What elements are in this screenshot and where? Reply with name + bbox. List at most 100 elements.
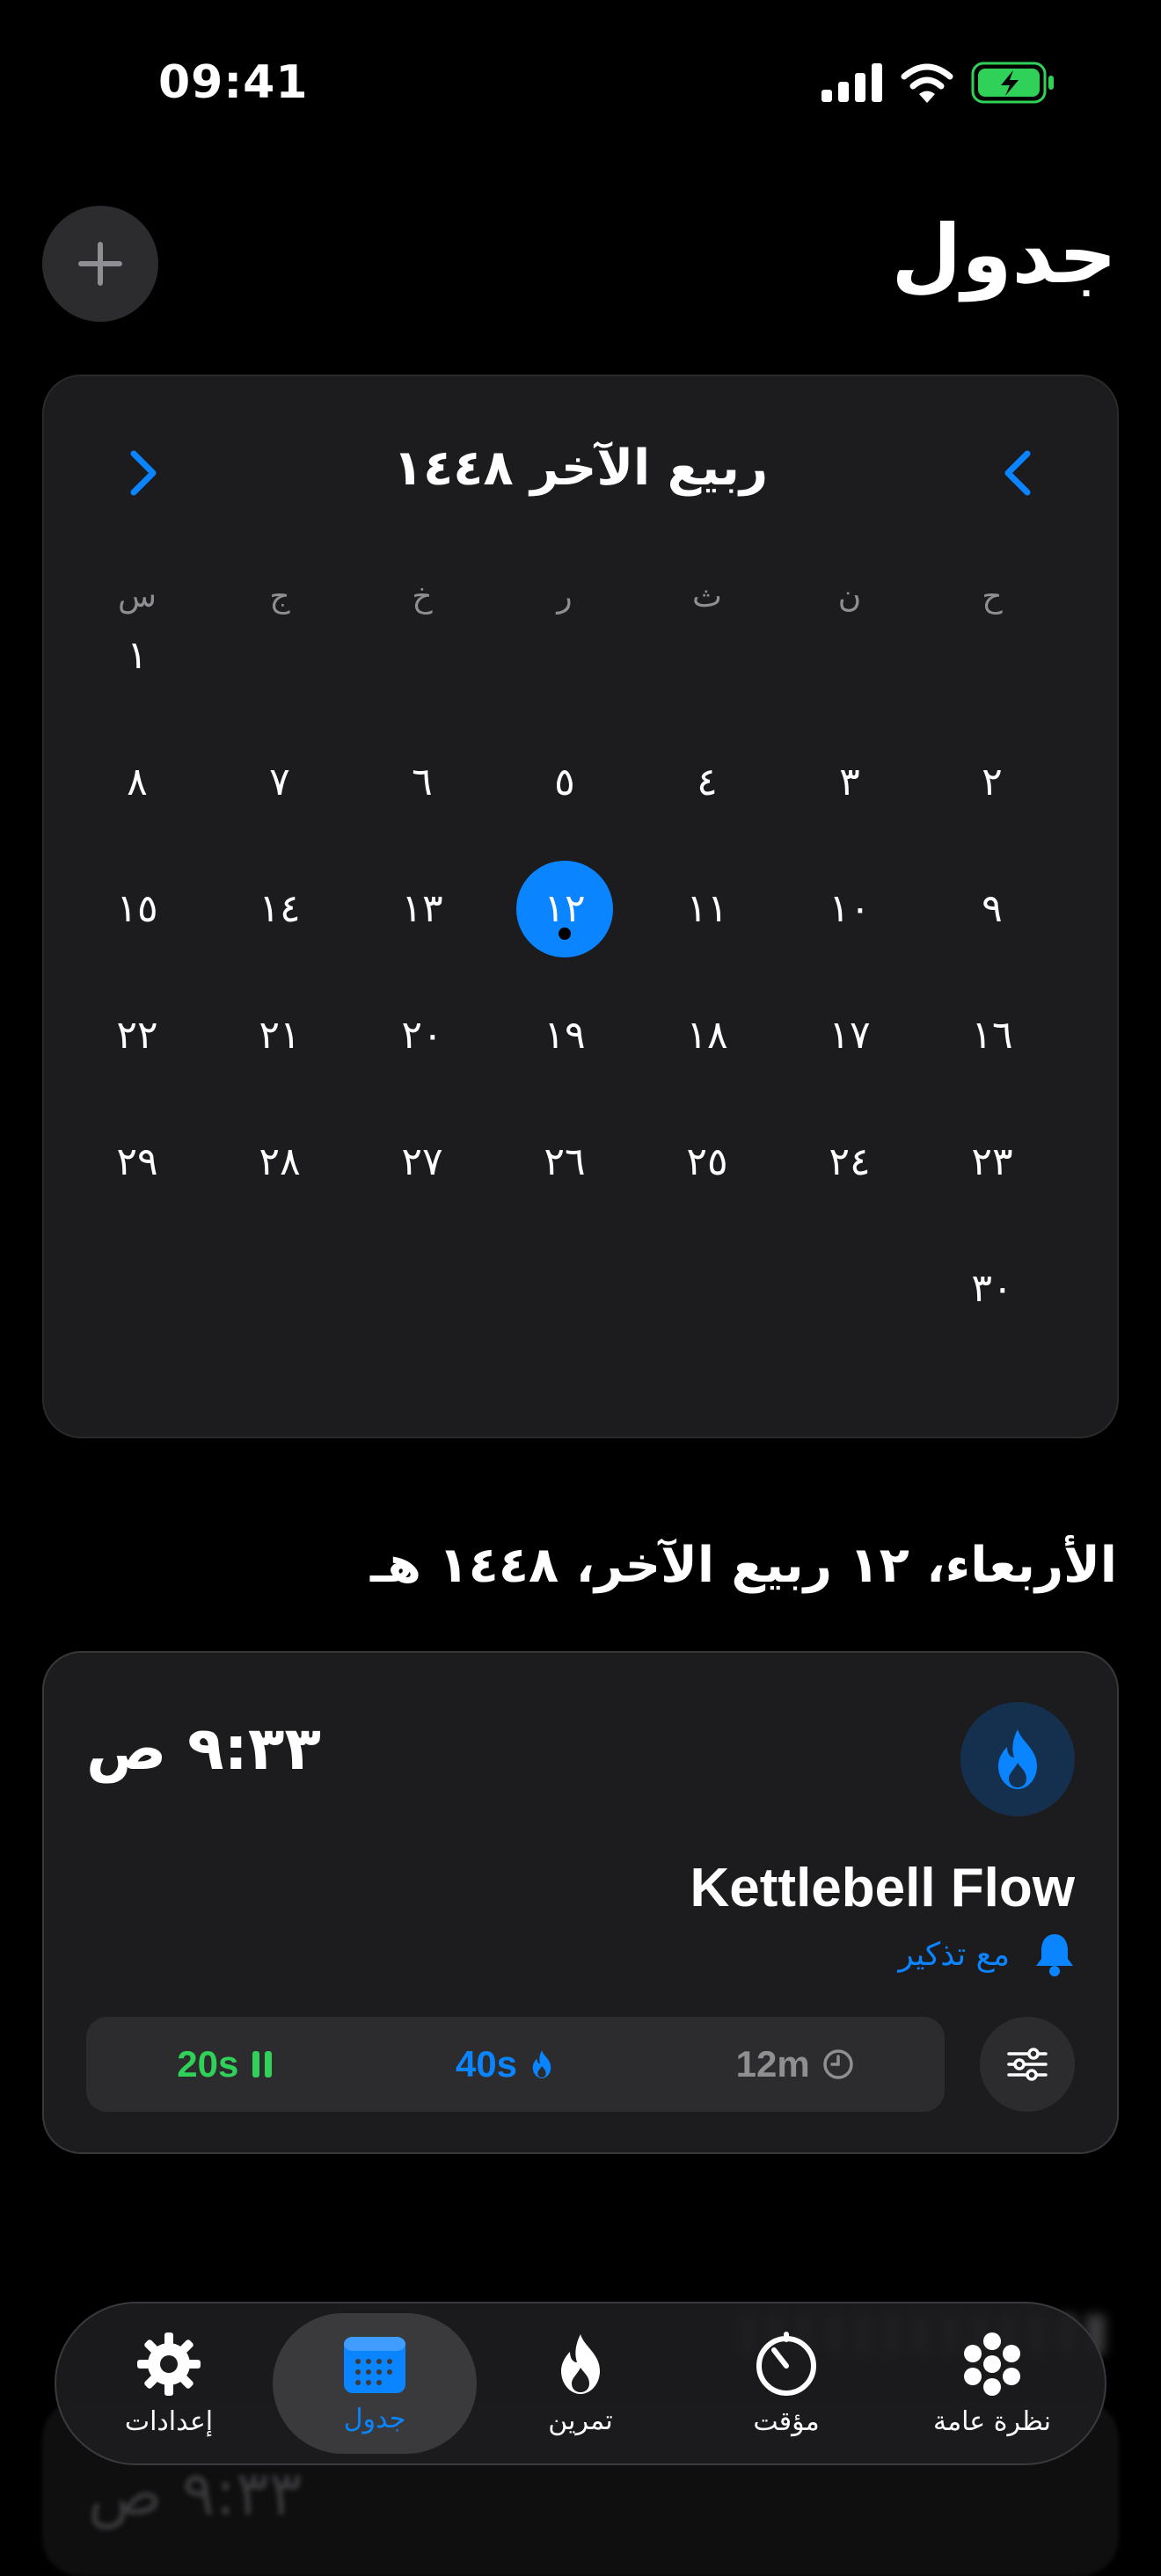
- calendar-day-number: ٢٢: [116, 1013, 158, 1058]
- calendar-day[interactable]: ١٦: [944, 987, 1041, 1084]
- weekday-label: ج: [269, 579, 290, 615]
- flame-icon: [998, 1729, 1037, 1789]
- calendar-day[interactable]: ١٧: [801, 987, 898, 1084]
- tab-schedule-label: جدول: [343, 2403, 406, 2434]
- workout-time: ٩:٣٣ ص: [86, 1714, 321, 1784]
- calendar-day-number: ٩: [982, 886, 1003, 931]
- workout-card[interactable]: ٩:٣٣ ص Kettlebell Flow مع تذكير 20s 40s: [42, 1651, 1119, 2154]
- calendar-day-number: ٣: [839, 760, 860, 804]
- tab-schedule[interactable]: جدول: [273, 2313, 477, 2454]
- calendar-day[interactable]: ١٨: [659, 987, 756, 1084]
- calendar-day-number: ٨: [127, 760, 148, 804]
- weekday-label: ح: [982, 579, 1003, 615]
- weekday-label: خ: [412, 579, 433, 615]
- calendar-day[interactable]: ٨: [89, 734, 186, 831]
- calendar-day[interactable]: ٢٣: [944, 1114, 1041, 1211]
- flame-icon: [561, 2333, 600, 2394]
- status-icons: [821, 62, 1055, 104]
- peek-time: ٩:٣٣ ص: [88, 2457, 303, 2529]
- calendar-day-number: ٢٤: [829, 1139, 871, 1184]
- tab-timer[interactable]: مؤقت: [684, 2313, 888, 2454]
- calendar-day[interactable]: ٢٨: [231, 1114, 328, 1211]
- calendar-day-number: ١٩: [544, 1013, 586, 1058]
- calendar-day[interactable]: ٢٧: [374, 1114, 471, 1211]
- calendar-day-number: ٦: [412, 760, 433, 804]
- calendar-day[interactable]: ١١: [659, 861, 756, 957]
- calendar-day-number: ٧: [269, 760, 290, 804]
- calendar-day[interactable]: ١٠: [801, 861, 898, 957]
- duration-stat: 12m: [736, 2043, 854, 2085]
- calendar-day-number: ١٠: [829, 886, 871, 931]
- event-dot: [559, 928, 571, 940]
- status-time: 09:41: [158, 56, 309, 109]
- tab-workout[interactable]: تمرين: [478, 2313, 683, 2454]
- calendar-day[interactable]: ١: [89, 608, 186, 704]
- battery-charging-icon: [971, 62, 1054, 104]
- calendar-day[interactable]: ١٩: [516, 987, 613, 1084]
- adjust-button[interactable]: [980, 2017, 1075, 2112]
- flame-small-icon: [532, 2050, 551, 2078]
- calendar-day[interactable]: ٩: [944, 861, 1041, 957]
- calendar-day-number: ١: [127, 633, 148, 678]
- overview-icon: [964, 2332, 1020, 2396]
- selected-date-heading: الأربعاء، ١٢ ربيع الآخر، ١٤٤٨ هـ: [370, 1537, 1117, 1594]
- rest-stat: 20s: [177, 2043, 274, 2085]
- calendar-day[interactable]: ٢٩: [89, 1114, 186, 1211]
- tab-settings[interactable]: إعدادات: [67, 2313, 271, 2454]
- tab-overview[interactable]: نظرة عامة: [890, 2313, 1094, 2454]
- plus-icon: [78, 242, 122, 286]
- calendar-day[interactable]: ٧: [231, 734, 328, 831]
- bell-icon: [1036, 1934, 1073, 1976]
- calendar-day-number: ٢٧: [401, 1139, 443, 1184]
- calendar-day-today[interactable]: ١٢: [516, 861, 613, 957]
- workout-stats: 20s 40s 12m: [86, 2017, 945, 2112]
- timer-icon: [756, 2331, 816, 2396]
- gear-icon: [137, 2332, 201, 2396]
- calendar-day-number: ١١: [686, 886, 728, 931]
- clock-icon: [822, 2049, 853, 2079]
- calendar-day[interactable]: ٢١: [231, 987, 328, 1084]
- calendar-day-number: ٢٣: [971, 1139, 1013, 1184]
- pause-icon: [252, 2051, 273, 2078]
- work-value: 40s: [455, 2043, 518, 2085]
- calendar-day-number: ٢٩: [116, 1139, 158, 1184]
- calendar-day[interactable]: ٢: [944, 734, 1041, 831]
- duration-value: 12m: [735, 2043, 810, 2085]
- calendar-day-number: ١٨: [686, 1013, 728, 1058]
- tab-workout-label: تمرين: [548, 2405, 613, 2436]
- calendar-day[interactable]: ٢٢: [89, 987, 186, 1084]
- calendar-day[interactable]: ٢٦: [516, 1114, 613, 1211]
- calendar-day[interactable]: ٣٠: [944, 1241, 1041, 1337]
- calendar-day[interactable]: ٤: [659, 734, 756, 831]
- calendar-day[interactable]: ٥: [516, 734, 613, 831]
- calendar-day[interactable]: ٢٤: [801, 1114, 898, 1211]
- calendar-card: ربيع الآخر ١٤٤٨ حنثرخجس ١ ٢ ٣ ٤ ٥ ٦ ٧ ٨ ٩ ١٠ ١١ ١٢ ١…: [42, 375, 1119, 1438]
- calendar-day-number: ٢٦: [544, 1139, 586, 1184]
- weekday-label: ث: [692, 579, 722, 615]
- calendar-day-number: ٢٨: [259, 1139, 301, 1184]
- work-stat: 40s: [456, 2043, 554, 2085]
- calendar-day[interactable]: ١٤: [231, 861, 328, 957]
- add-button[interactable]: [42, 206, 158, 322]
- calendar-day[interactable]: ٣: [801, 734, 898, 831]
- calendar-day[interactable]: ١٣: [374, 861, 471, 957]
- calendar-day[interactable]: ٢٥: [659, 1114, 756, 1211]
- wifi-icon: [901, 63, 953, 103]
- calendar-icon: [344, 2336, 405, 2393]
- calendar-day[interactable]: ١٥: [89, 861, 186, 957]
- chevron-left-icon[interactable]: [992, 447, 1045, 499]
- reminder-label: مع تذكير: [898, 1936, 1010, 1973]
- tab-overview-label: نظرة عامة: [933, 2405, 1051, 2437]
- calendar-day-number: ٢٥: [686, 1139, 728, 1184]
- reminder-row: مع تذكير: [898, 1932, 1075, 1976]
- calendar-day[interactable]: ٦: [374, 734, 471, 831]
- rest-value: 20s: [177, 2043, 239, 2085]
- calendar-day[interactable]: ٢٠: [374, 987, 471, 1084]
- calendar-day-number: ٤: [697, 760, 718, 804]
- calendar-day-number: ١٥: [116, 886, 158, 931]
- calendar-day-number: ٢١: [259, 1013, 301, 1058]
- calendar-day-number: ٢٠: [401, 1013, 443, 1058]
- calendar-day-number: ٥: [554, 760, 575, 804]
- month-title: ربيع الآخر ١٤٤٨: [392, 440, 769, 497]
- calendar-day-number: ١٤: [259, 886, 301, 931]
